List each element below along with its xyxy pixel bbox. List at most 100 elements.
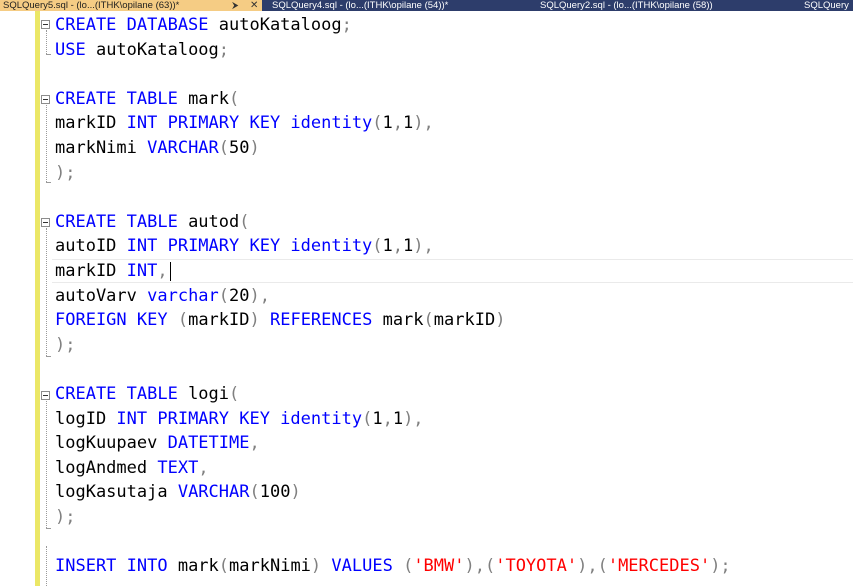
code-token: 1 [372,408,383,429]
code-token: 1 [382,236,393,257]
code-line[interactable]: FOREIGN KEY (markID) REFERENCES mark(mar… [55,308,731,333]
code-token: ( [362,408,373,429]
code-token: mark [372,310,424,331]
code-token: autoKataloog [208,15,342,35]
code-token: markID [188,310,250,331]
code-token: markID [433,310,496,331]
sql-editor[interactable]: CREATE DATABASE autoKataloog; USE autoKat… [55,13,731,579]
code-token: autoID [55,236,127,257]
code-token: , [249,433,260,454]
code-line[interactable] [55,62,731,87]
code-line[interactable]: CREATE TABLE logi( [55,382,731,407]
code-token: ( [218,285,230,306]
code-line[interactable]: logKasutaja VARCHAR(100) [55,480,731,505]
code-token: ) [495,310,506,331]
code-line[interactable]: logAndmed TEXT, [55,456,731,481]
code-line[interactable]: CREATE TABLE mark( [55,87,731,112]
code-line[interactable]: ); [55,505,731,530]
code-line[interactable]: USE autoKataloog; [55,38,731,63]
code-token: ( [229,383,240,404]
code-token: ), [249,285,270,306]
code-token: 1 [382,113,393,134]
code-line[interactable]: autoVarv varchar(20), [55,284,731,309]
code-token: markID [55,260,127,281]
code-token: varchar [147,285,219,306]
code-line[interactable]: logKuupaev DATETIME, [55,431,731,456]
code-line[interactable] [55,529,731,554]
code-token: INT PRIMARY KEY identity [126,236,373,257]
code-token: ), [403,408,424,429]
code-line[interactable]: logID INT PRIMARY KEY identity(1,1), [55,407,731,432]
code-token: , [157,260,168,281]
code-token: 50 [229,137,250,158]
code-line[interactable]: CREATE DATABASE autoKataloog; [55,13,731,38]
code-token: ( [218,556,230,577]
tab-sqlquery5[interactable]: SQLQuery5.sql - (lo...(ITHK\opilane (63)… [0,0,262,11]
code-token: ); [55,334,76,355]
code-token: INT PRIMARY KEY identity [116,408,363,429]
text-caret [170,262,171,281]
code-line[interactable]: ); [55,333,731,358]
tab-sqlquery2[interactable]: SQLQuery2.sql - (lo...(ITHK\opilane (58)… [537,0,795,11]
code-token: ), [413,113,434,134]
pin-icon[interactable]: ⮞ [232,0,239,11]
code-token: ); [710,556,731,577]
code-token: ), [413,236,434,257]
tab-label: SQLQuery5.sql - (lo...(ITHK\opilane (63)… [3,0,180,11]
code-line[interactable] [55,185,731,210]
code-line[interactable]: markID INT, [55,259,731,284]
code-token: logKuupaev [55,433,168,454]
code-token: INT PRIMARY KEY identity [126,113,373,134]
code-token: 'TOYOTA' [495,556,578,577]
code-token: ( [239,211,250,232]
code-token: TEXT [157,457,199,478]
tab-sqlquery4[interactable]: SQLQuery4.sql - (lo...(ITHK\opilane (54)… [269,0,524,11]
close-icon[interactable]: ✕ [250,0,258,11]
code-token: autoKataloog [85,39,219,60]
code-token: ( [372,236,383,257]
code-token: logAndmed [55,457,158,478]
code-token: 20 [229,285,250,306]
code-token: CREATE DATABASE [55,15,209,35]
code-token: ; [218,39,230,60]
tab-label: SQLQuery [804,0,849,11]
code-token: 1 [403,236,414,257]
code-line[interactable]: CREATE TABLE autod( [55,210,731,235]
code-token: 'BMW' [413,556,465,577]
code-token: autod [177,211,240,232]
code-token: mark [177,88,230,109]
code-token: ( [423,310,434,331]
code-token: REFERENCES [259,310,373,331]
code-token: , [392,113,404,134]
code-token: , [392,236,404,257]
code-token: ( [218,137,230,158]
collapse-icon[interactable] [41,20,50,29]
change-tracking-bar [35,11,40,586]
code-token: ; [341,15,352,35]
tab-sqlquery-overflow[interactable]: SQLQuery [801,0,853,11]
collapse-icon[interactable] [41,95,50,104]
code-token: ); [55,162,76,183]
tab-label: SQLQuery2.sql - (lo...(ITHK\opilane (58)… [540,0,713,11]
code-token: DATETIME [167,433,250,454]
code-token: logKasutaja [55,482,178,503]
collapse-icon[interactable] [41,391,50,400]
code-token: , [382,408,393,429]
code-token: ) [310,556,322,577]
code-line[interactable]: markID INT PRIMARY KEY identity(1,1), [55,111,731,136]
code-token: USE [55,39,86,60]
code-token: logID [55,408,117,429]
code-token: ( [392,556,414,577]
code-token: 1 [403,113,414,134]
code-line[interactable]: markNimi VARCHAR(50) [55,136,731,161]
code-token: 1 [392,408,404,429]
code-token: ) [249,310,260,331]
code-line[interactable]: INSERT INTO mark(markNimi) VALUES ('BMW'… [55,554,731,579]
collapse-icon[interactable] [41,218,50,227]
code-line[interactable] [55,357,731,382]
code-token: 'MERCEDES' [607,556,711,577]
code-line[interactable]: ); [55,161,731,186]
code-token: markNimi [55,137,148,158]
code-line[interactable]: autoID INT PRIMARY KEY identity(1,1), [55,234,731,259]
code-token: 100 [259,482,291,503]
